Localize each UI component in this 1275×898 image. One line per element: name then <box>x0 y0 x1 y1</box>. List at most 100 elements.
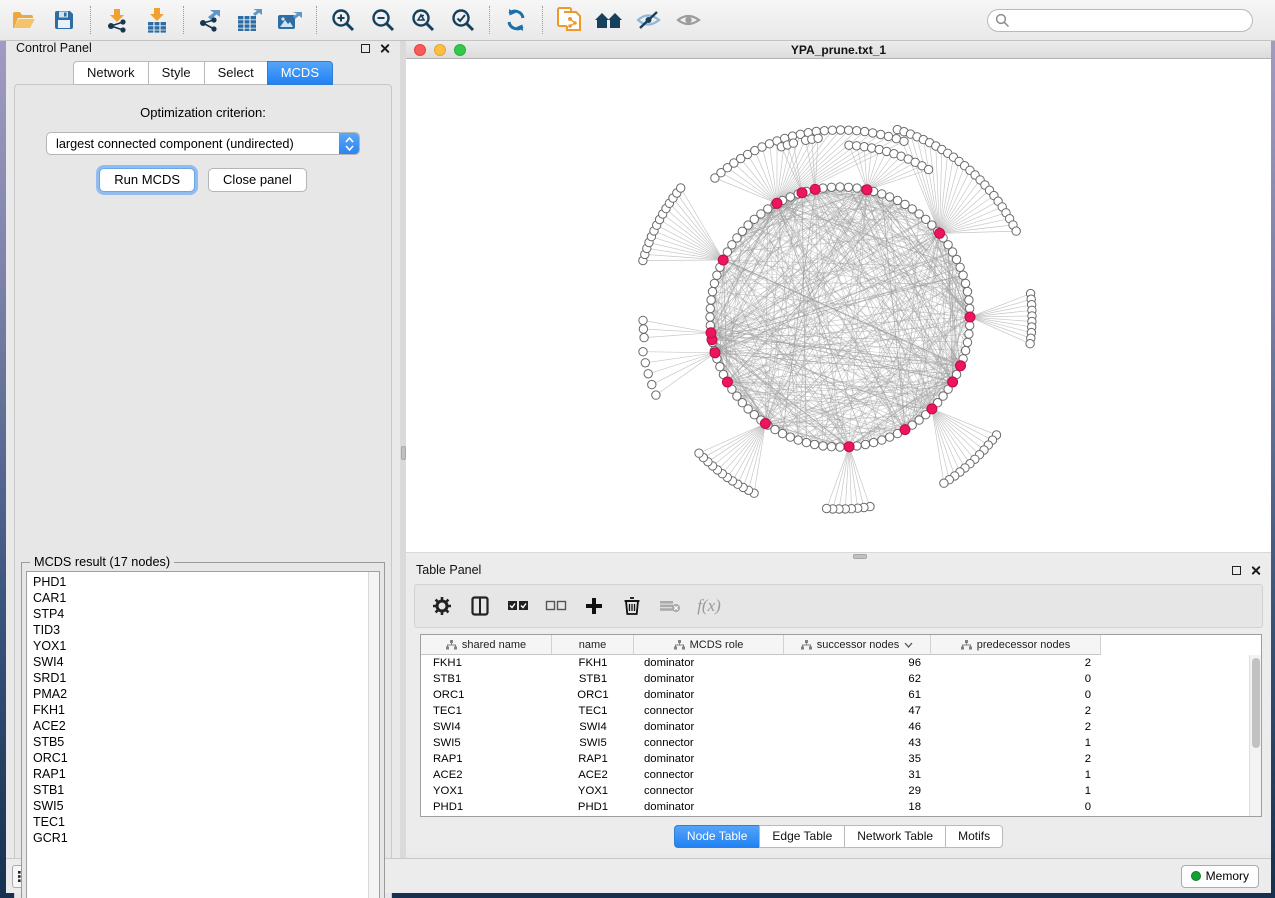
table-row[interactable]: SWI5SWI5connector431 <box>421 735 1261 751</box>
table-settings-button[interactable] <box>425 590 459 622</box>
network-node[interactable] <box>886 193 894 201</box>
network-hub-node[interactable] <box>760 419 770 429</box>
mcds-result-item[interactable]: SWI5 <box>33 798 368 814</box>
network-node[interactable] <box>878 436 886 444</box>
tab-style[interactable]: Style <box>148 61 204 85</box>
network-node[interactable] <box>884 132 892 140</box>
network-hub-node[interactable] <box>710 348 720 358</box>
search-box[interactable] <box>987 9 1253 32</box>
network-node[interactable] <box>878 190 886 198</box>
criterion-select[interactable]: largest connected component (undirected) <box>46 132 360 155</box>
horizontal-splitter-handle[interactable] <box>853 554 867 559</box>
network-node[interactable] <box>639 348 647 356</box>
zoom-fit-button[interactable] <box>403 3 443 37</box>
network-node[interactable] <box>844 126 852 134</box>
column-header-mcds-role[interactable]: MCDS role <box>634 635 784 655</box>
network-node[interactable] <box>706 304 714 312</box>
table-row[interactable]: TEC1TEC1connector472 <box>421 703 1261 719</box>
network-node[interactable] <box>827 443 835 451</box>
refresh-view-button[interactable] <box>496 3 536 37</box>
network-node[interactable] <box>961 279 969 287</box>
network-node[interactable] <box>940 479 948 487</box>
network-node[interactable] <box>963 287 971 295</box>
export-table-button[interactable] <box>230 3 270 37</box>
network-node[interactable] <box>836 126 844 134</box>
network-node[interactable] <box>868 144 876 152</box>
network-node[interactable] <box>814 134 822 142</box>
network-node[interactable] <box>892 135 900 143</box>
memory-button[interactable]: Memory <box>1181 865 1259 888</box>
network-graph[interactable] <box>406 59 1271 553</box>
network-node[interactable] <box>644 370 652 378</box>
network-node[interactable] <box>786 433 794 441</box>
network-node[interactable] <box>707 296 715 304</box>
search-input[interactable] <box>1010 13 1252 27</box>
tab-network[interactable]: Network <box>73 61 148 85</box>
network-node[interactable] <box>965 330 973 338</box>
network-hub-node[interactable] <box>797 188 807 198</box>
network-node[interactable] <box>639 316 647 324</box>
network-node[interactable] <box>844 183 852 191</box>
hide-visibility-button[interactable] <box>629 3 669 37</box>
function-builder-button[interactable]: f(x) <box>691 590 725 622</box>
tab-mcds[interactable]: MCDS <box>267 61 333 85</box>
network-hub-node[interactable] <box>862 185 872 195</box>
tab-node-table[interactable]: Node Table <box>674 825 760 848</box>
column-header-name[interactable]: name <box>552 635 634 655</box>
table-row[interactable]: YOX1YOX1connector291 <box>421 783 1261 799</box>
mcds-result-item[interactable]: CAR1 <box>33 590 368 606</box>
network-node[interactable] <box>877 130 885 138</box>
network-node[interactable] <box>861 127 869 135</box>
network-hub-node[interactable] <box>927 404 937 414</box>
tab-edge-table[interactable]: Edge Table <box>759 825 844 848</box>
network-node[interactable] <box>961 346 969 354</box>
network-node[interactable] <box>713 271 721 279</box>
mcds-result-item[interactable]: SRD1 <box>33 670 368 686</box>
network-node[interactable] <box>695 449 703 457</box>
network-node[interactable] <box>641 359 649 367</box>
open-file-button[interactable] <box>4 3 44 37</box>
network-node[interactable] <box>966 304 974 312</box>
close-panel-icon[interactable] <box>379 43 390 54</box>
zoom-selected-button[interactable] <box>443 3 483 37</box>
network-node[interactable] <box>869 438 877 446</box>
run-mcds-button[interactable]: Run MCDS <box>99 168 195 192</box>
network-node[interactable] <box>860 143 868 151</box>
table-row[interactable]: PHD1PHD1dominator180 <box>421 799 1261 815</box>
network-hub-node[interactable] <box>935 228 945 238</box>
network-node[interactable] <box>836 443 844 451</box>
split-columns-button[interactable] <box>463 590 497 622</box>
mcds-result-item[interactable]: FKH1 <box>33 702 368 718</box>
import-table-button[interactable] <box>137 3 177 37</box>
network-node[interactable] <box>1026 340 1034 348</box>
network-node[interactable] <box>827 183 835 191</box>
network-hub-node[interactable] <box>706 328 716 338</box>
network-node[interactable] <box>652 391 660 399</box>
vertical-splitter-handle[interactable] <box>401 446 406 460</box>
network-node[interactable] <box>836 183 844 191</box>
network-node[interactable] <box>648 380 656 388</box>
network-node[interactable] <box>861 440 869 448</box>
table-row[interactable]: SWI4SWI4dominator462 <box>421 719 1261 735</box>
table-scrollbar-thumb[interactable] <box>1252 658 1260 748</box>
delete-table-button[interactable] <box>653 590 687 622</box>
float-table-panel-icon[interactable] <box>1232 566 1241 575</box>
mcds-result-item[interactable]: RAP1 <box>33 766 368 782</box>
close-table-panel-icon[interactable] <box>1250 565 1261 576</box>
eye-button[interactable] <box>669 3 709 37</box>
network-node[interactable] <box>789 139 797 147</box>
network-node[interactable] <box>966 321 974 329</box>
float-panel-icon[interactable] <box>361 44 370 53</box>
network-node[interactable] <box>640 333 648 341</box>
network-node[interactable] <box>886 433 894 441</box>
network-node[interactable] <box>952 255 960 263</box>
table-row[interactable]: FKH1FKH1dominator962 <box>421 655 1261 671</box>
network-canvas[interactable] <box>406 59 1271 552</box>
network-node[interactable] <box>963 338 971 346</box>
mcds-result-item[interactable]: YOX1 <box>33 638 368 654</box>
mcds-result-item[interactable]: TID3 <box>33 622 368 638</box>
network-node[interactable] <box>869 129 877 137</box>
network-node[interactable] <box>853 127 861 135</box>
table-row[interactable]: ORC1ORC1dominator610 <box>421 687 1261 703</box>
save-session-button[interactable] <box>44 3 84 37</box>
